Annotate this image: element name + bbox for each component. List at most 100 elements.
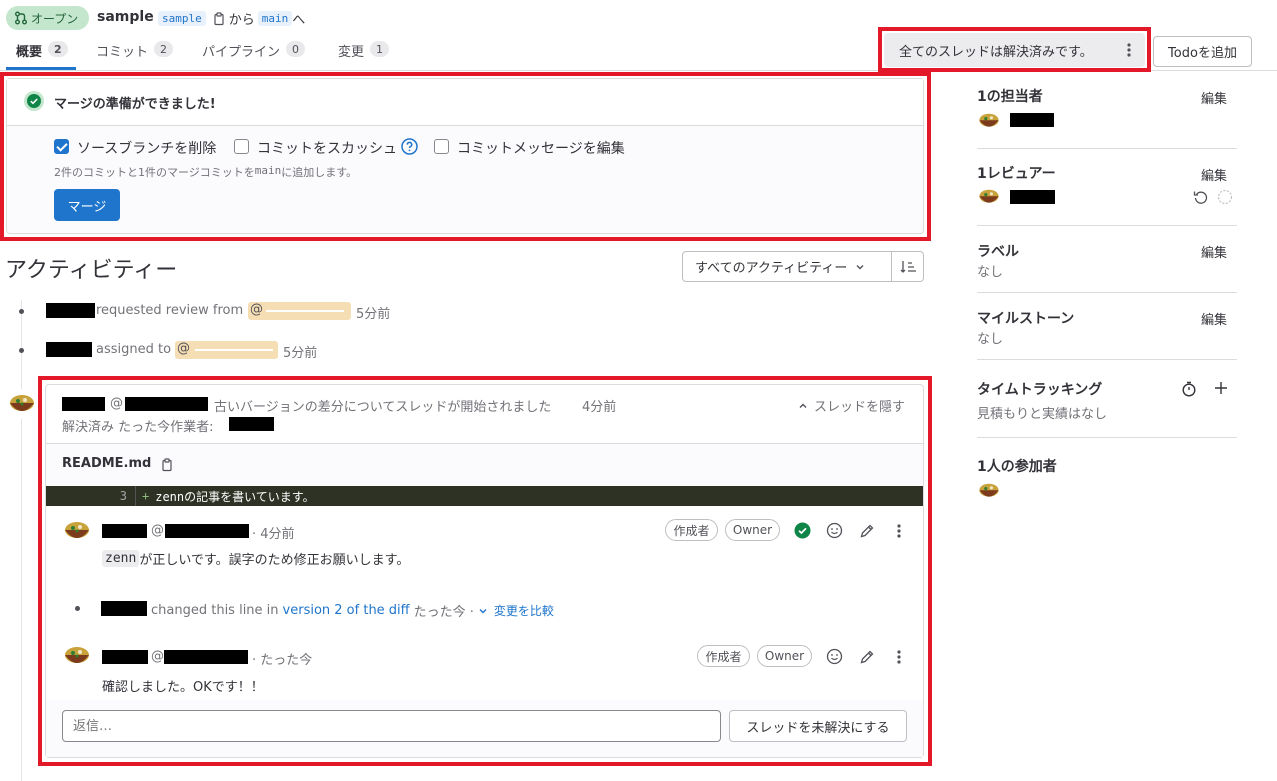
time-tracking-value: 見積もりと実績はなし — [977, 407, 1108, 422]
avatar[interactable] — [977, 479, 1001, 503]
branch-info: sample から main へ — [158, 9, 305, 28]
tab-label: コミット — [96, 45, 149, 60]
edit-pencil-icon[interactable] — [859, 523, 875, 539]
author-badge: 作成者 — [665, 519, 718, 541]
threads-resolved-label: 全てのスレッドは解決済みです。 — [899, 44, 1093, 60]
source-branch[interactable]: sample — [158, 11, 206, 26]
thread-started-text: 古いバージョンの差分についてスレッドが開始されました — [214, 400, 552, 415]
edit-message-checkbox[interactable] — [434, 139, 449, 154]
tab-label: パイプライン — [202, 45, 281, 60]
kebab-menu-icon[interactable] — [897, 650, 901, 664]
mr-title: sample — [97, 9, 154, 25]
squash-label[interactable]: コミットをスカッシュ — [257, 138, 397, 158]
edit-pencil-icon[interactable] — [859, 649, 875, 665]
tab-label: 変更 — [338, 45, 365, 60]
emoji-reaction-icon[interactable] — [826, 648, 843, 665]
miso-soup-avatar-icon — [7, 389, 37, 419]
tab-label: 概要 — [16, 45, 43, 60]
comment-body: zenn が正しいです。誤字のため修正お願いします。 — [102, 549, 409, 568]
labels-value: なし — [977, 265, 1004, 280]
avatar[interactable] — [977, 185, 1001, 209]
user-mention[interactable]: @ — [248, 302, 351, 320]
redacted-handle — [164, 650, 248, 664]
diff-line-number: 3 — [119, 489, 127, 503]
comment-time: · 4分前 — [252, 527, 295, 542]
redacted-username — [46, 303, 95, 318]
tab-count: 2 — [154, 41, 174, 57]
milestone-edit-link[interactable]: 編集 — [1201, 309, 1227, 328]
tab-commits[interactable]: コミット 2 — [96, 41, 174, 60]
tab-count: 0 — [286, 41, 306, 57]
hide-thread-label: スレッドを隠す — [814, 400, 906, 415]
tab-pipelines[interactable]: パイプライン 0 — [202, 41, 306, 60]
labels-edit-link[interactable]: 編集 — [1201, 242, 1227, 261]
chevron-down-icon — [479, 608, 487, 613]
sort-order-button[interactable] — [891, 251, 924, 282]
emoji-reaction-icon[interactable] — [826, 522, 843, 539]
rerequest-review-icon[interactable] — [1193, 189, 1209, 205]
avatar[interactable] — [62, 516, 92, 546]
role-badge: Owner — [757, 645, 812, 667]
edit-message-label[interactable]: コミットメッセージを編集 — [457, 138, 625, 158]
assignee-title: 1の担当者 — [977, 89, 1043, 105]
merge-button[interactable]: マージ — [54, 189, 120, 221]
add-plus-icon[interactable] — [1214, 381, 1228, 395]
squash-checkbox[interactable] — [234, 139, 249, 154]
activity-filter-dropdown[interactable]: すべてのアクティビティー — [682, 251, 892, 282]
file-name[interactable]: README.md — [62, 456, 151, 471]
tab-changes[interactable]: 変更 1 — [338, 41, 390, 60]
kebab-menu-icon[interactable] — [1127, 43, 1131, 57]
activity-filter-label: すべてのアクティビティー — [695, 261, 848, 276]
target-branch[interactable]: main — [257, 11, 293, 26]
diff-line-content: zennの記事を書いています。 — [155, 489, 315, 504]
copy-icon[interactable] — [160, 458, 174, 472]
redacted-mention — [195, 349, 273, 351]
redacted-username — [102, 650, 148, 664]
comment-at: @ — [151, 523, 164, 538]
system-note-text: changed this line in — [151, 603, 279, 618]
chevron-up-icon — [799, 403, 807, 408]
kebab-menu-icon[interactable] — [897, 524, 901, 538]
diff-line-separator — [135, 486, 136, 506]
participants-title: 1人の参加者 — [977, 459, 1057, 475]
comment-text: が正しいです。誤字のため修正お願いします。 — [139, 553, 410, 568]
redacted-handle — [165, 524, 249, 538]
threads-resolved-status[interactable]: 全てのスレッドは解決済みです。 — [884, 33, 1145, 67]
thread-at: @ — [110, 396, 123, 411]
delete-branch-checkbox[interactable] — [54, 139, 69, 154]
timeline-line — [21, 300, 22, 781]
compare-changes-link[interactable]: 変更を比較 — [494, 602, 554, 619]
avatar[interactable] — [62, 641, 92, 671]
hide-thread-toggle[interactable]: スレッドを隠す — [798, 396, 905, 415]
summary-branch: main — [254, 164, 282, 177]
reply-input[interactable] — [62, 710, 721, 742]
copy-icon[interactable] — [212, 11, 226, 26]
author-badge: 作成者 — [697, 645, 750, 667]
redacted-username — [62, 397, 105, 411]
help-icon[interactable] — [401, 138, 418, 155]
reviewer-edit-link[interactable]: 編集 — [1201, 165, 1227, 184]
diff-version-link[interactable]: version 2 of the diff — [283, 603, 410, 618]
milestone-value: なし — [977, 332, 1004, 347]
unresolve-thread-button[interactable]: スレッドを未解決にする — [729, 710, 907, 742]
diff-file-header — [46, 443, 923, 486]
event-text: requested review from — [96, 303, 244, 318]
diff-line: 3 + zennの記事を書いています。 — [46, 486, 923, 506]
resolved-check-icon[interactable] — [794, 522, 811, 539]
check-circle-icon — [24, 91, 44, 111]
user-mention[interactable]: @ — [175, 341, 278, 359]
stopwatch-icon[interactable] — [1181, 381, 1197, 397]
avatar[interactable] — [7, 389, 37, 419]
comment-body: 確認しました。OKです！！ — [102, 680, 264, 695]
tab-count: 1 — [370, 41, 390, 57]
add-todo-button[interactable]: Todoを追加 — [1153, 36, 1252, 67]
mention-at: @ — [177, 341, 190, 356]
avatar[interactable] — [977, 109, 1001, 133]
mention-at: @ — [250, 302, 263, 317]
milestone-title: マイルストーン — [977, 311, 1075, 327]
timeline-dot — [19, 348, 24, 353]
assignee-edit-link[interactable]: 編集 — [1201, 88, 1227, 107]
delete-branch-label[interactable]: ソースブランチを削除 — [77, 138, 216, 158]
status-label: オープン — [31, 11, 79, 26]
labels-title: ラベル — [977, 244, 1019, 260]
